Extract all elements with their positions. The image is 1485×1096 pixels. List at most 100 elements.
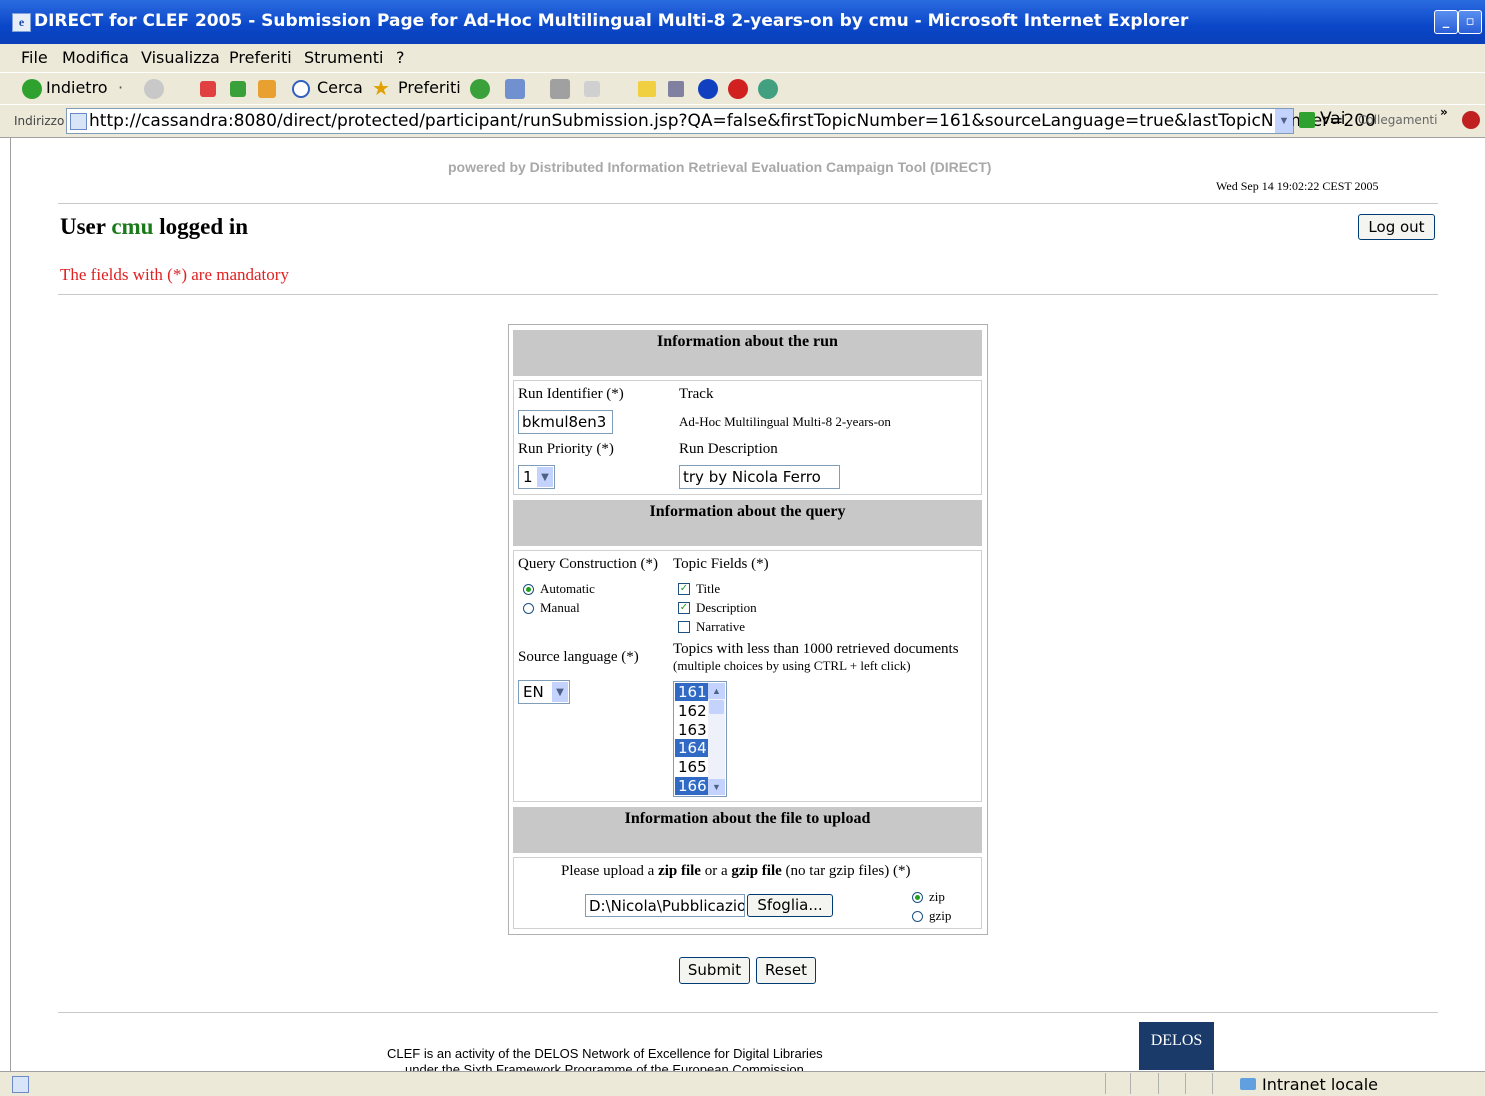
favorites-star-icon[interactable]: ★ — [372, 73, 390, 103]
divider — [58, 1012, 1438, 1013]
maximize-icon[interactable]: ▫ — [1458, 10, 1482, 34]
research-icon[interactable] — [668, 81, 684, 97]
gzip-radio[interactable] — [912, 911, 923, 922]
menu-preferiti[interactable]: Preferiti — [229, 44, 292, 72]
user-status: User cmu logged in — [60, 214, 248, 240]
zone-label: Intranet locale — [1262, 1075, 1378, 1094]
address-url: http://cassandra:8080/direct/protected/p… — [89, 111, 1376, 131]
ie-page-icon: e — [12, 13, 31, 32]
description-checkbox[interactable]: ✓ — [678, 602, 690, 614]
track-label: Track — [679, 386, 714, 402]
topic-option[interactable]: 161 — [675, 683, 708, 701]
bluetooth-icon[interactable] — [698, 79, 718, 99]
go-arrow-icon[interactable] — [1299, 112, 1315, 128]
topic-option[interactable]: 165 — [675, 758, 708, 776]
folder-icon[interactable] — [638, 81, 656, 97]
menu-modifica[interactable]: Modifica — [62, 44, 129, 72]
history-icon[interactable] — [470, 79, 490, 99]
links-button[interactable]: Collegamenti — [1358, 113, 1437, 127]
browse-button[interactable]: Sfoglia... — [747, 894, 833, 917]
manual-label: Manual — [540, 600, 580, 615]
back-button[interactable]: Indietro — [46, 73, 108, 103]
manual-radio[interactable] — [523, 603, 534, 614]
scroll-thumb[interactable] — [709, 700, 724, 714]
title-label: Title — [696, 581, 721, 596]
instr-part: (no tar gzip files) (*) — [781, 863, 911, 879]
messenger-icon[interactable] — [728, 79, 748, 99]
run-id-input[interactable]: bkmul8en3 — [518, 410, 613, 434]
source-language-value: EN — [523, 683, 544, 701]
title-checkbox[interactable]: ✓ — [678, 583, 690, 595]
topics-listbox[interactable]: 161 162 163 164 165 166 ▲ ▼ — [673, 681, 727, 797]
search-button[interactable]: Cerca — [317, 73, 363, 103]
menu-visualizza[interactable]: Visualizza — [141, 44, 220, 72]
print-icon[interactable] — [550, 79, 570, 99]
description-label: Run Description — [679, 441, 778, 457]
status-divider — [1212, 1073, 1213, 1094]
chevron-down-icon[interactable]: ▼ — [1275, 109, 1293, 133]
mandatory-note: The fields with (*) are mandatory — [60, 265, 289, 284]
edit-icon[interactable] — [584, 81, 600, 97]
delos-logo: DELOS — [1139, 1022, 1214, 1070]
instr-part: or a — [700, 863, 732, 879]
reset-button[interactable]: Reset — [756, 957, 816, 984]
divider — [58, 294, 1438, 295]
priority-select[interactable]: 1 ▼ — [518, 465, 555, 489]
topics-hint: (multiple choices by using CTRL + left c… — [673, 658, 911, 673]
back-arrow-icon[interactable] — [22, 79, 42, 99]
topic-option[interactable]: 166 — [675, 777, 708, 795]
chevron-up-icon[interactable]: ▲ — [708, 683, 725, 699]
menu-file[interactable]: File — [21, 44, 48, 72]
description-input[interactable]: try by Nicola Ferro — [679, 465, 840, 489]
contacts-icon[interactable] — [758, 79, 778, 99]
chevron-down-icon[interactable]: ▼ — [552, 682, 568, 702]
acrobat-icon[interactable] — [1462, 111, 1480, 129]
search-icon[interactable] — [292, 80, 310, 98]
home-icon[interactable] — [258, 80, 276, 98]
zip-radio[interactable] — [912, 892, 923, 903]
username: cmu — [111, 214, 154, 239]
mail-icon[interactable] — [505, 79, 525, 99]
frame-border-left — [10, 137, 11, 1071]
logout-button[interactable]: Log out — [1358, 214, 1435, 240]
query-construction-label: Query Construction (*) — [518, 556, 658, 572]
stop-icon[interactable] — [200, 81, 216, 97]
refresh-icon[interactable] — [230, 81, 246, 97]
page-icon — [70, 113, 87, 130]
go-button[interactable]: Vai — [1320, 109, 1345, 129]
intranet-icon — [1240, 1078, 1256, 1090]
topic-fields-label: Topic Fields (*) — [673, 556, 769, 572]
narrative-checkbox[interactable] — [678, 621, 690, 633]
menu-strumenti[interactable]: Strumenti — [304, 44, 383, 72]
divider — [58, 203, 1438, 204]
toolbar-overflow-icon[interactable]: » — [1440, 105, 1448, 119]
forward-arrow-icon[interactable] — [144, 79, 164, 99]
topic-option[interactable]: 162 — [675, 702, 708, 720]
footer-line-2: under the Sixth Framework Programme of t… — [405, 1062, 804, 1071]
chevron-down-icon[interactable]: ▼ — [537, 467, 553, 487]
submit-button[interactable]: Submit — [679, 957, 750, 984]
menu-help[interactable]: ? — [396, 44, 405, 72]
source-language-select[interactable]: EN ▼ — [518, 680, 570, 704]
track-value: Ad-Hoc Multilingual Multi-8 2-years-on — [679, 414, 891, 429]
listbox-scrollbar[interactable]: ▲ ▼ — [708, 683, 725, 795]
minimize-icon[interactable]: _ — [1434, 10, 1458, 34]
topic-option[interactable]: 164 — [675, 739, 708, 757]
status-divider — [1105, 1073, 1106, 1094]
run-section-title: Information about the run — [513, 330, 982, 376]
datetime: Wed Sep 14 19:02:22 CEST 2005 — [1216, 179, 1379, 193]
file-path-input[interactable]: D:\Nicola\Pubblicazior — [585, 894, 745, 917]
topic-option[interactable]: 163 — [675, 721, 708, 739]
chevron-down-icon[interactable]: ▼ — [708, 779, 725, 795]
status-bar: Intranet locale — [0, 1071, 1485, 1096]
window-title: DIRECT for CLEF 2005 - Submission Page f… — [34, 11, 1189, 31]
file-section-title: Information about the file to upload — [513, 807, 982, 853]
upload-instructions: Please upload a zip file or a gzip file … — [561, 863, 910, 880]
favorites-button[interactable]: Preferiti — [398, 73, 461, 103]
toolbar: Indietro · Cerca ★ Preferiti — [0, 72, 1485, 105]
address-input[interactable]: http://cassandra:8080/direct/protected/p… — [66, 108, 1376, 134]
back-dropdown-icon[interactable]: · — [118, 73, 123, 103]
automatic-radio[interactable] — [523, 584, 534, 595]
menu-bar: File Modifica Visualizza Preferiti Strum… — [0, 44, 1485, 72]
window-title-bar[interactable]: e DIRECT for CLEF 2005 - Submission Page… — [0, 0, 1485, 44]
